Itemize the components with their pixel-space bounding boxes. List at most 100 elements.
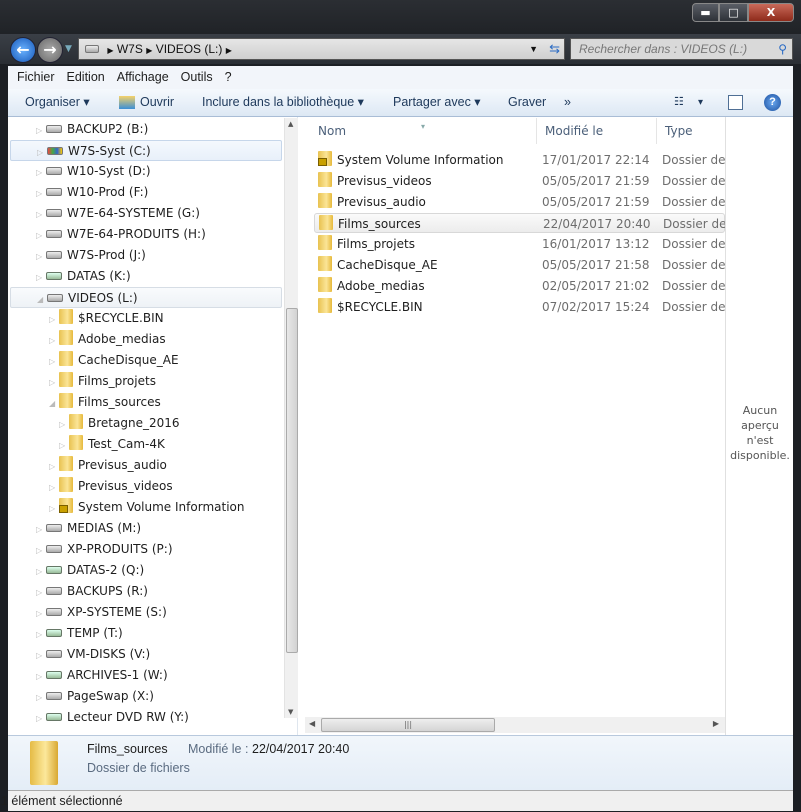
expand-arrow-icon[interactable]: ▷ bbox=[36, 267, 46, 288]
tree-item[interactable]: ▷ DATAS (K:) bbox=[8, 266, 284, 287]
menu-help[interactable]: ? bbox=[225, 70, 232, 84]
expand-arrow-icon[interactable]: ▷ bbox=[36, 225, 46, 246]
tree-item[interactable]: ▷ ARCHIVES-1 (W:) bbox=[8, 665, 284, 686]
column-header-modified[interactable]: Modifié le bbox=[537, 118, 657, 144]
file-row[interactable]: System Volume Information 17/01/2017 22:1… bbox=[314, 150, 734, 170]
expand-arrow-icon[interactable]: ▷ bbox=[49, 456, 59, 477]
column-header-type[interactable]: Type bbox=[657, 118, 725, 144]
tree-item[interactable]: ▷ W7E-64-PRODUITS (H:) bbox=[8, 224, 284, 245]
file-list-horizontal-scrollbar[interactable]: ◀ ||| ▶ bbox=[305, 717, 725, 733]
expand-arrow-icon[interactable]: ▷ bbox=[49, 309, 59, 330]
menu-outils[interactable]: Outils bbox=[181, 70, 213, 84]
tree-item[interactable]: ▷ VM-DISKS (V:) bbox=[8, 644, 284, 665]
tree-item[interactable]: ▷ BACKUP2 (B:) bbox=[8, 119, 284, 140]
history-dropdown-icon[interactable]: ▼ bbox=[65, 44, 72, 54]
minimize-button[interactable]: ▬ bbox=[692, 3, 719, 22]
tree-item[interactable]: ▷ W7S-Prod (J:) bbox=[8, 245, 284, 266]
tree-item[interactable]: ▷ MEDIAS (M:) bbox=[8, 518, 284, 539]
expand-arrow-icon[interactable]: ▷ bbox=[36, 246, 46, 267]
burn-button[interactable]: Graver bbox=[508, 89, 546, 116]
tree-item[interactable]: ▷ XP-SYSTEME (S:) bbox=[8, 602, 284, 623]
tree-item[interactable]: ▷ W10-Syst (D:) bbox=[8, 161, 284, 182]
tree-item[interactable]: ▷ Previsus_audio bbox=[8, 455, 284, 476]
view-options-dropdown[interactable]: ▾ bbox=[698, 89, 703, 116]
share-button[interactable]: Partager avec ▾ bbox=[393, 89, 481, 116]
close-button[interactable]: X bbox=[748, 3, 794, 22]
file-row[interactable]: $RECYCLE.BIN 07/02/2017 15:24 Dossier de f bbox=[314, 297, 734, 317]
tree-item[interactable]: ▷ DATAS-2 (Q:) bbox=[8, 560, 284, 581]
collapse-arrow-icon[interactable]: ◢ bbox=[49, 393, 59, 414]
tree-item[interactable]: ▷ BACKUPS (R:) bbox=[8, 581, 284, 602]
back-button[interactable]: ← bbox=[10, 37, 36, 63]
address-bar[interactable]: ▶ W7S ▶ VIDEOS (L:) ▶ ▼ ⇆ bbox=[78, 38, 565, 60]
help-icon[interactable]: ? bbox=[764, 94, 781, 111]
file-row[interactable]: Previsus_audio 05/05/2017 21:59 Dossier de… bbox=[314, 192, 734, 212]
tree-item[interactable]: ▷ Bretagne_2016 bbox=[8, 413, 284, 434]
tree-item[interactable]: ◢ VIDEOS (L:) bbox=[10, 287, 282, 308]
expand-arrow-icon[interactable]: ▷ bbox=[36, 582, 46, 603]
expand-arrow-icon[interactable]: ▷ bbox=[36, 120, 46, 141]
file-row[interactable]: Films_sources 22/04/2017 20:40 Dossier de … bbox=[314, 213, 735, 233]
file-row[interactable]: Previsus_videos 05/05/2017 21:59 Dossier d… bbox=[314, 171, 734, 191]
change-view-icon[interactable]: ☷ bbox=[674, 89, 684, 116]
tree-item[interactable]: ▷ W7S-Syst (C:) bbox=[10, 140, 282, 161]
tree-item[interactable]: ▷ W10-Prod (F:) bbox=[8, 182, 284, 203]
tree-item[interactable]: ▷ $RECYCLE.BIN bbox=[8, 308, 284, 329]
tree-item[interactable]: ▷ PageSwap (X:) bbox=[8, 686, 284, 707]
expand-arrow-icon[interactable]: ▷ bbox=[36, 561, 46, 582]
ouvrir-button[interactable]: Ouvrir bbox=[140, 89, 174, 116]
expand-arrow-icon[interactable]: ▷ bbox=[36, 183, 46, 204]
collapse-arrow-icon[interactable]: ◢ bbox=[37, 289, 47, 310]
expand-arrow-icon[interactable]: ▷ bbox=[49, 330, 59, 351]
expand-arrow-icon[interactable]: ▷ bbox=[36, 540, 46, 561]
expand-arrow-icon[interactable]: ▷ bbox=[49, 372, 59, 393]
file-row[interactable]: Adobe_medias 02/05/2017 21:02 Dossier de f bbox=[314, 276, 734, 296]
tree-item[interactable]: ▷ XP-PRODUITS (P:) bbox=[8, 539, 284, 560]
expand-arrow-icon[interactable]: ▷ bbox=[36, 645, 46, 666]
organiser-button[interactable]: Organiser ▾ bbox=[25, 89, 90, 116]
expand-arrow-icon[interactable]: ▷ bbox=[37, 142, 47, 163]
expand-arrow-icon[interactable]: ▷ bbox=[36, 666, 46, 687]
search-input[interactable]: Rechercher dans : VIDEOS (L:) ⚲ bbox=[570, 38, 793, 60]
refresh-icon[interactable]: ⇆ bbox=[549, 39, 560, 59]
expand-arrow-icon[interactable]: ▷ bbox=[36, 603, 46, 624]
tree-vertical-scrollbar[interactable]: ▲ ▼ bbox=[284, 118, 298, 718]
menu-edition[interactable]: Edition bbox=[67, 70, 105, 84]
expand-arrow-icon[interactable]: ▷ bbox=[49, 351, 59, 372]
expand-arrow-icon[interactable]: ▷ bbox=[59, 435, 69, 456]
file-row[interactable]: Films_projets 16/01/2017 13:12 Dossier de … bbox=[314, 234, 734, 254]
tree-item[interactable]: ▷ Previsus_videos bbox=[8, 476, 284, 497]
tree-item[interactable]: ▷ W7E-64-SYSTEME (G:) bbox=[8, 203, 284, 224]
tree-item[interactable]: ▷ Films_projets bbox=[8, 371, 284, 392]
expand-arrow-icon[interactable]: ▷ bbox=[36, 708, 46, 729]
tree-item[interactable]: ◢ Films_sources bbox=[8, 392, 284, 413]
expand-arrow-icon[interactable]: ▷ bbox=[36, 624, 46, 645]
address-dropdown-icon[interactable]: ▼ bbox=[529, 39, 538, 59]
more-commands-button[interactable]: » bbox=[564, 89, 571, 116]
tree-item[interactable]: ▷ Adobe_medias bbox=[8, 329, 284, 350]
tree-item[interactable]: ▷ Lecteur DVD RW (Y:) bbox=[8, 707, 284, 728]
menu-affichage[interactable]: Affichage bbox=[117, 70, 169, 84]
expand-arrow-icon[interactable]: ▷ bbox=[59, 414, 69, 435]
forward-button[interactable]: → bbox=[37, 37, 63, 63]
include-library-button[interactable]: Inclure dans la bibliothèque ▾ bbox=[202, 89, 364, 116]
horizontal-scroll-thumb[interactable]: ||| bbox=[321, 718, 495, 732]
expand-arrow-icon[interactable]: ▷ bbox=[36, 204, 46, 225]
expand-arrow-icon[interactable]: ▷ bbox=[49, 477, 59, 498]
preview-pane-button[interactable] bbox=[728, 95, 743, 110]
search-icon[interactable]: ⚲ bbox=[778, 39, 787, 59]
breadcrumb-videos[interactable]: VIDEOS (L:) bbox=[156, 42, 223, 56]
tree-scroll-thumb[interactable] bbox=[286, 308, 298, 653]
tree-item[interactable]: ▷ System Volume Information bbox=[8, 497, 284, 518]
maximize-button[interactable]: □ bbox=[719, 3, 748, 22]
menu-fichier[interactable]: Fichier bbox=[17, 70, 55, 84]
tree-item[interactable]: ▷ CacheDisque_AE bbox=[8, 350, 284, 371]
tree-item[interactable]: ▷ TEMP (T:) bbox=[8, 623, 284, 644]
tree-item[interactable]: ▷ Test_Cam-4K bbox=[8, 434, 284, 455]
breadcrumb-w7s[interactable]: W7S bbox=[117, 42, 143, 56]
expand-arrow-icon[interactable]: ▷ bbox=[36, 519, 46, 540]
file-row[interactable]: CacheDisque_AE 05/05/2017 21:58 Dossier de… bbox=[314, 255, 734, 275]
expand-arrow-icon[interactable]: ▷ bbox=[36, 162, 46, 183]
expand-arrow-icon[interactable]: ▷ bbox=[36, 687, 46, 708]
expand-arrow-icon[interactable]: ▷ bbox=[49, 498, 59, 519]
